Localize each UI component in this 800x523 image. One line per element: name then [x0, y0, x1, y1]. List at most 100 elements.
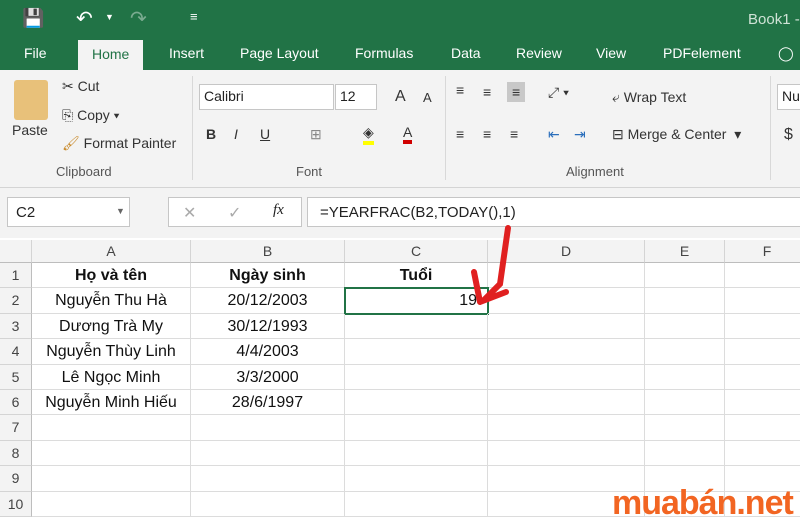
align-left-icon[interactable]: ≡: [456, 126, 464, 142]
cell-C5[interactable]: [345, 364, 488, 390]
cell-A7[interactable]: [32, 415, 191, 441]
cell-D3[interactable]: [488, 313, 645, 340]
tab-data[interactable]: Data: [451, 45, 481, 61]
cell-F6[interactable]: [725, 390, 800, 416]
column-header-B[interactable]: B: [191, 240, 345, 263]
bold-button[interactable]: B: [206, 126, 216, 142]
cell-A1[interactable]: Họ và tên: [32, 263, 191, 289]
merge-center-button[interactable]: ⊟ Merge & Center ▾: [612, 126, 741, 143]
cell-D7[interactable]: [488, 415, 645, 441]
cell-B1[interactable]: Ngày sinh: [191, 263, 345, 289]
cell-A5[interactable]: Lê Ngọc Minh: [32, 364, 191, 390]
cell-F1[interactable]: [725, 263, 800, 289]
align-right-icon[interactable]: ≡: [510, 126, 518, 142]
tab-page-layout[interactable]: Page Layout: [240, 45, 319, 61]
cell-C6[interactable]: [345, 390, 488, 416]
fill-color-icon[interactable]: ◈: [363, 124, 374, 145]
cell-E7[interactable]: [645, 415, 725, 441]
cell-E6[interactable]: [645, 390, 725, 416]
cell-C8[interactable]: [345, 440, 488, 467]
wrap-text-button[interactable]: ⤶ Wrap Text: [612, 89, 686, 106]
borders-icon[interactable]: ⊞: [310, 126, 322, 143]
row-header-9[interactable]: 9: [0, 466, 32, 492]
tab-home[interactable]: Home: [78, 40, 144, 70]
cell-B9[interactable]: [191, 466, 345, 492]
undo-dropdown-icon[interactable]: ▼: [105, 12, 114, 22]
tab-pdfelement[interactable]: PDFelement: [663, 45, 741, 61]
number-format-select[interactable]: Nu: [777, 84, 800, 110]
paste-button[interactable]: Paste: [12, 122, 48, 138]
row-header-7[interactable]: 7: [0, 415, 32, 441]
save-icon[interactable]: 💾: [22, 8, 44, 29]
orientation-icon[interactable]: ⤢ ▾: [548, 84, 569, 101]
name-box-dropdown-icon[interactable]: ▼: [116, 206, 125, 216]
formula-input[interactable]: =YEARFRAC(B2,TODAY(),1): [307, 197, 800, 227]
cell-B10[interactable]: [191, 491, 345, 517]
cell-E3[interactable]: [645, 313, 725, 340]
underline-button[interactable]: U: [260, 126, 270, 142]
row-header-2[interactable]: 2: [0, 288, 32, 314]
grow-font-button[interactable]: A: [395, 88, 406, 106]
cell-B2[interactable]: 20/12/2003: [191, 288, 345, 314]
select-all-corner[interactable]: [0, 240, 32, 263]
cell-C7[interactable]: [345, 415, 488, 441]
cell-A10[interactable]: [32, 491, 191, 517]
cell-A2[interactable]: Nguyễn Thu Hà: [32, 288, 191, 314]
italic-button[interactable]: I: [234, 126, 238, 142]
cell-A9[interactable]: [32, 466, 191, 492]
align-top-icon[interactable]: ≡: [456, 82, 464, 98]
redo-icon[interactable]: ↷: [130, 6, 147, 31]
cell-F3[interactable]: [725, 314, 800, 340]
undo-icon[interactable]: ↶: [76, 6, 93, 31]
cell-B3[interactable]: 30/12/1993: [191, 313, 345, 340]
cell-E5[interactable]: [645, 364, 725, 390]
customize-toolbar-icon[interactable]: ≡: [190, 9, 198, 24]
align-middle-icon[interactable]: ≡: [483, 84, 491, 100]
tab-review[interactable]: Review: [516, 45, 562, 61]
row-header-1[interactable]: 1: [0, 263, 32, 289]
align-center-icon[interactable]: ≡: [483, 126, 491, 142]
tab-formulas[interactable]: Formulas: [355, 45, 413, 61]
cancel-icon[interactable]: ✕: [183, 203, 196, 223]
cell-F2[interactable]: [725, 288, 800, 314]
name-box[interactable]: C2: [7, 197, 130, 227]
tab-view[interactable]: View: [596, 45, 626, 61]
cell-B7[interactable]: [191, 415, 345, 441]
cell-A4[interactable]: Nguyễn Thùy Linh: [32, 339, 191, 365]
insert-function-button[interactable]: fx: [273, 202, 284, 219]
cell-D4[interactable]: [488, 339, 645, 365]
cell-D5[interactable]: [488, 364, 645, 390]
cell-A8[interactable]: [32, 440, 191, 467]
cell-F4[interactable]: [725, 339, 800, 365]
cell-B4[interactable]: 4/4/2003: [191, 339, 345, 365]
column-header-A[interactable]: A: [32, 240, 191, 263]
row-header-3[interactable]: 3: [0, 313, 32, 340]
row-header-8[interactable]: 8: [0, 440, 32, 467]
paste-icon[interactable]: [14, 80, 48, 120]
row-header-6[interactable]: 6: [0, 390, 32, 416]
cell-D8[interactable]: [488, 440, 645, 467]
shrink-font-button[interactable]: A: [423, 90, 432, 105]
cut-button[interactable]: ✂ Cut: [62, 78, 99, 95]
font-color-icon[interactable]: A: [403, 124, 413, 144]
row-header-5[interactable]: 5: [0, 364, 32, 390]
row-header-10[interactable]: 10: [0, 491, 32, 517]
column-header-F[interactable]: F: [725, 240, 800, 263]
cell-F5[interactable]: [725, 365, 800, 390]
cell-A3[interactable]: Dương Trà My: [32, 313, 191, 340]
column-header-E[interactable]: E: [645, 240, 725, 263]
enter-icon[interactable]: ✓: [228, 203, 241, 223]
cell-B8[interactable]: [191, 440, 345, 467]
align-bottom-icon[interactable]: ≡: [507, 82, 526, 102]
cell-F8[interactable]: [725, 441, 800, 467]
decrease-indent-icon[interactable]: ⇤: [548, 126, 560, 143]
cell-C3[interactable]: [345, 313, 488, 340]
cell-C4[interactable]: [345, 339, 488, 365]
tab-insert[interactable]: Insert: [169, 45, 204, 61]
cell-E4[interactable]: [645, 339, 725, 365]
increase-indent-icon[interactable]: ⇥: [574, 126, 586, 143]
cell-C9[interactable]: [345, 466, 488, 492]
font-name-select[interactable]: Calibri: [199, 84, 334, 110]
cell-B5[interactable]: 3/3/2000: [191, 364, 345, 390]
tab-file[interactable]: File: [24, 45, 47, 61]
